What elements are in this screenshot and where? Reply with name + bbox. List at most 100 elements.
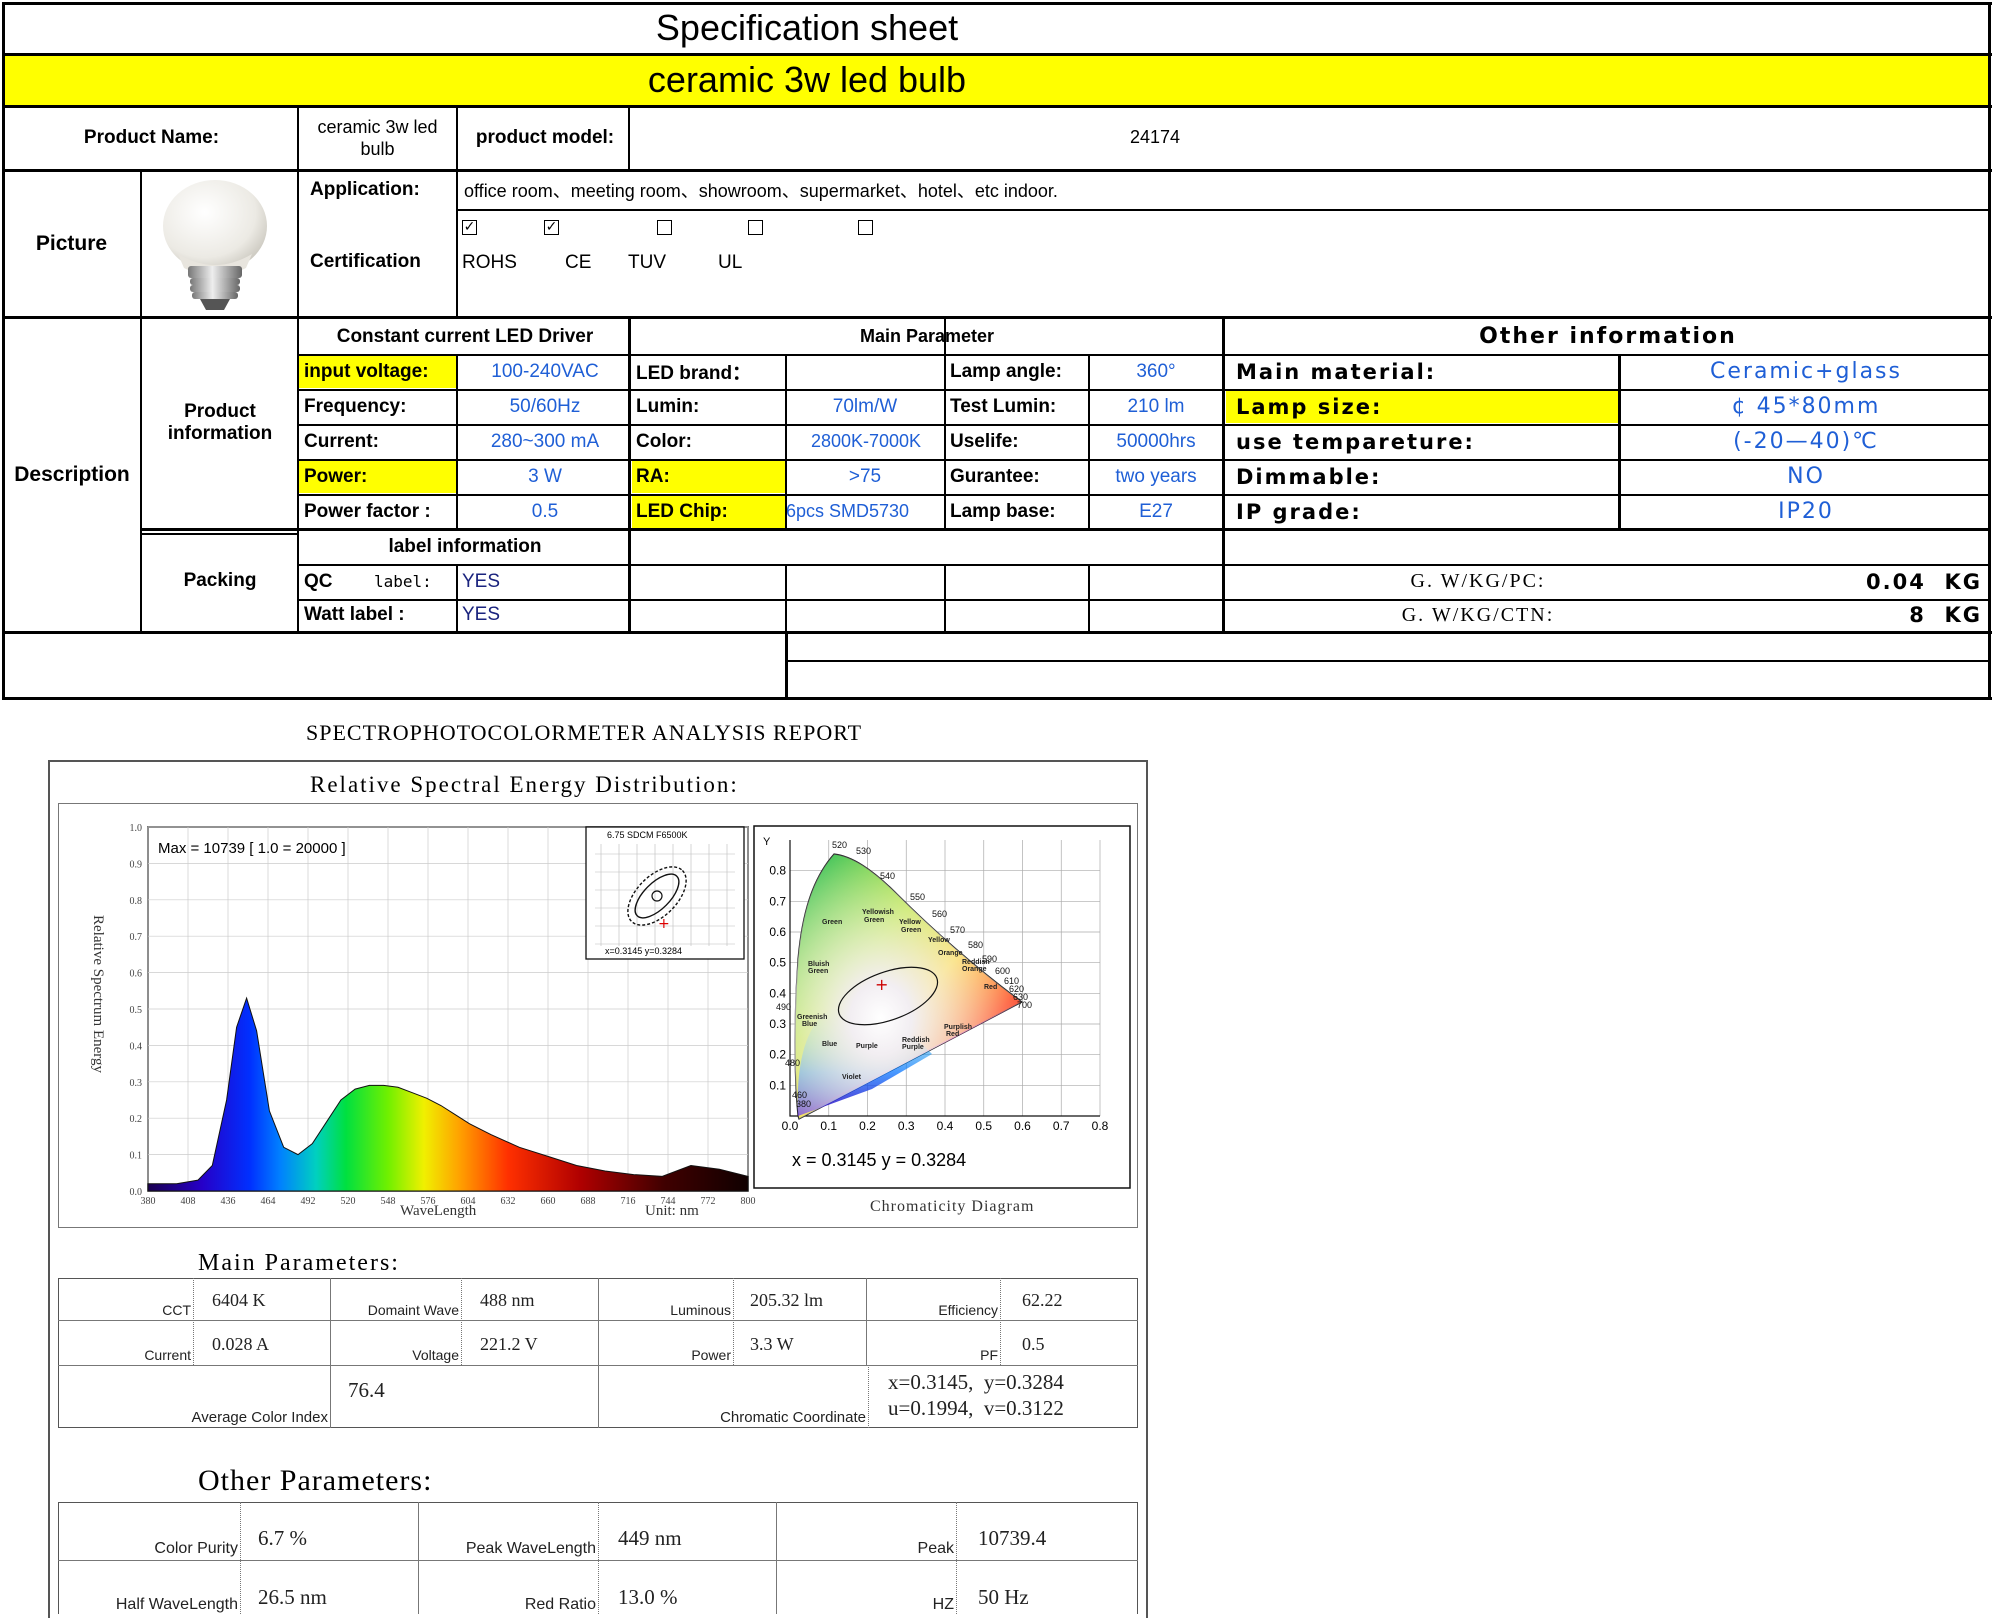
svg-text:Green: Green: [864, 917, 884, 924]
svg-text:Reddish: Reddish: [902, 1037, 930, 1044]
svg-text:530: 530: [856, 846, 871, 856]
cie-y-tick-label: 0.2: [769, 1048, 786, 1062]
svg-text:Red: Red: [984, 984, 997, 991]
param-value-luminous: 205.32 lm: [750, 1290, 824, 1310]
checkbox-extra[interactable]: [858, 220, 873, 235]
avg-color-index-value: 76.4: [348, 1378, 385, 1402]
main-label2-0: Lamp angle:: [950, 360, 1062, 382]
svg-text:Greenish: Greenish: [797, 1014, 827, 1021]
product-information-label: Product information: [167, 400, 273, 444]
checkbox-ul[interactable]: [748, 220, 763, 235]
svg-text:380: 380: [796, 1099, 811, 1109]
svg-text:Yellowish: Yellowish: [862, 909, 894, 916]
svg-text:550: 550: [910, 892, 925, 902]
other-param-value-color-purity: 6.7 %: [258, 1526, 307, 1550]
other-label-2: use tempareture:: [1236, 429, 1475, 454]
avg-color-index-label: Average Color Index: [191, 1409, 328, 1426]
svg-text:Orange: Orange: [962, 966, 987, 973]
svg-text:540: 540: [880, 871, 895, 881]
checkbox-tuv[interactable]: [657, 220, 672, 235]
param-label-voltage: Voltage: [412, 1347, 459, 1363]
product-subtitle: ceramic 3w led bulb: [647, 59, 967, 100]
product-model-value: 24174: [1129, 127, 1181, 147]
cie-y-tick-label: 0.6: [769, 925, 786, 939]
spd-ylabel: Relative Spectrum Energy: [90, 915, 106, 1074]
spd-y-tick-label: 0.5: [130, 1005, 143, 1016]
spd-x-tick-label: 716: [621, 1196, 636, 1207]
svg-text:Purplish: Purplish: [944, 1024, 972, 1031]
watt-label: Watt label :: [304, 604, 405, 625]
param-label-dominant-wave: Domaint Wave: [367, 1302, 459, 1318]
svg-text:Green: Green: [822, 919, 842, 926]
product-name-label: Product Name:: [83, 126, 220, 148]
spd-x-tick-label: 772: [701, 1196, 716, 1207]
cie-x-tick-label: 0.5: [975, 1119, 992, 1133]
checkbox-rohs[interactable]: ✓: [462, 220, 477, 235]
spd-y-tick-label: 0.2: [130, 1114, 143, 1125]
spd-xlabel: WaveLength: [400, 1203, 477, 1219]
other-params-title: Other Parameters:: [198, 1464, 433, 1497]
chromaticity-diagram: + 52053054055056057058059060061062063070…: [753, 825, 1131, 1189]
param-label-cct: CCT: [162, 1302, 191, 1318]
param-label-current: Current: [144, 1347, 191, 1363]
chromatic-coord-label: Chromatic Coordinate: [720, 1409, 866, 1426]
main-param-header: Main Parameter: [859, 326, 995, 346]
svg-text:Yellow: Yellow: [928, 937, 950, 944]
main-label2-4: Lamp base:: [950, 500, 1056, 522]
main-value-4: 6pcs SMD5730: [786, 501, 910, 521]
spd-x-tick-label: 688: [581, 1196, 596, 1207]
cie-y-tick-label: 0.1: [769, 1078, 786, 1092]
spd-title: Relative Spectral Energy Distribution:: [310, 772, 739, 797]
other-label-1: Lamp size:: [1236, 394, 1383, 419]
other-param-label-peak: Peak: [917, 1540, 954, 1557]
qc-value: YES: [462, 570, 501, 592]
param-label-power: Power: [691, 1347, 731, 1363]
certification-label: Certification: [310, 251, 421, 272]
param-value-power: 3.3 W: [750, 1334, 794, 1354]
spd-x-tick-label: 408: [181, 1196, 196, 1207]
spd-y-tick-label: 0.6: [130, 969, 143, 980]
cie-x-tick-label: 0.1: [820, 1119, 837, 1133]
cie-y-axis-label: Y: [763, 836, 771, 848]
spd-y-tick-label: 0.8: [130, 896, 143, 907]
cie-y-tick-label: 0.3: [769, 1017, 786, 1031]
main-value2-3: two years: [1115, 465, 1197, 487]
svg-text:490: 490: [776, 1002, 791, 1012]
other-param-label-half-wavelength: Half WaveLength: [115, 1596, 238, 1613]
driver-value-4: 0.5: [531, 500, 559, 522]
main-value-0: [788, 355, 942, 388]
spd-max-text: Max = 10739 [ 1.0 = 20000 ]: [158, 840, 346, 857]
svg-text:Orange: Orange: [938, 950, 963, 957]
driver-value-2: 280~300 mA: [490, 430, 600, 452]
spd-x-tick-label: 436: [221, 1196, 236, 1207]
application-label: Application:: [310, 179, 420, 200]
spd-x-tick-label: 464: [261, 1196, 276, 1207]
checkbox-ce[interactable]: ✓: [544, 220, 559, 235]
main-label-3: RA:: [636, 465, 670, 487]
main-label2-1: Test Lumin:: [950, 395, 1057, 417]
other-value-2: (-20—40)℃: [1733, 429, 1879, 454]
svg-text:580: 580: [968, 940, 983, 950]
param-label-efficiency: Efficiency: [938, 1302, 998, 1318]
sdcm-inset: + 6.75 SDCM F6500K x=0.3145 y=0.3284: [585, 826, 745, 960]
main-value2-4: E27: [1139, 500, 1173, 522]
chromatic-coord-line2: u=0.1994, v=0.3122: [888, 1396, 1064, 1420]
param-value-pf: 0.5: [1022, 1334, 1045, 1354]
spd-unit: Unit: nm: [645, 1203, 699, 1219]
cert-rohs-label: ROHS: [462, 252, 517, 273]
inset-coords: x=0.3145 y=0.3284: [605, 946, 682, 956]
spd-x-tick-label: 380: [141, 1196, 156, 1207]
svg-text:+: +: [658, 916, 670, 932]
bulb-image: [163, 180, 267, 310]
other-value-0: Ceramic+glass: [1710, 359, 1902, 384]
driver-label-4: Power factor :: [304, 500, 431, 522]
page-title: Specification sheet: [655, 7, 959, 48]
other-param-label-hz: HZ: [932, 1596, 954, 1613]
other-info-header: Other information: [1479, 324, 1737, 349]
param-value-current: 0.028 A: [212, 1334, 270, 1354]
product-model-label: product model:: [475, 126, 615, 148]
gw-ctn-value: 8 KG: [1909, 603, 1982, 627]
packing-label: Packing: [183, 570, 257, 591]
param-value-cct: 6404 K: [212, 1290, 266, 1310]
spd-y-tick-label: 0.1: [130, 1151, 143, 1162]
